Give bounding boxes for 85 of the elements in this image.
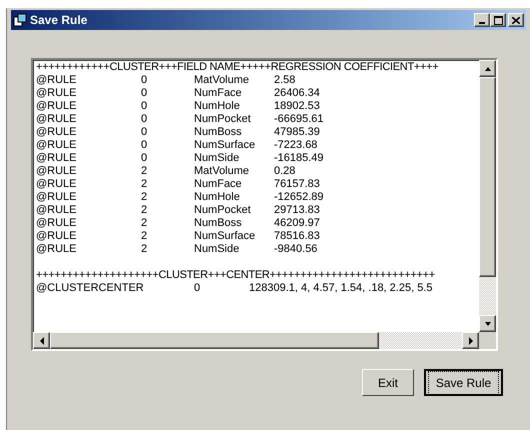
cluster-number: 0 bbox=[141, 100, 148, 113]
regression-coefficient: 78516.83 bbox=[274, 230, 320, 243]
scroll-corner bbox=[479, 332, 496, 349]
minimize-icon bbox=[479, 22, 485, 24]
up-arrow-icon bbox=[484, 66, 492, 72]
minimize-button[interactable] bbox=[474, 13, 490, 27]
down-arrow-icon bbox=[484, 320, 492, 326]
scroll-thumb[interactable] bbox=[479, 77, 496, 277]
field-name: NumPocket bbox=[194, 113, 252, 126]
field-name: NumBoss bbox=[194, 217, 243, 230]
scroll-down-button[interactable] bbox=[479, 315, 496, 332]
field-name: NumBoss bbox=[194, 126, 243, 139]
field-name: NumFace bbox=[194, 87, 243, 100]
rule-label: @RULE bbox=[36, 204, 78, 217]
regression-coefficient: -12652.89 bbox=[274, 191, 324, 204]
center-header-line: ++++++++++++++++++++CLUSTER+++CENTER+++++++++++++++++++++++++++ bbox=[36, 269, 435, 282]
horizontal-scrollbar[interactable] bbox=[33, 332, 479, 349]
rule-label: @RULE bbox=[36, 74, 78, 87]
cluster-number: 2 bbox=[141, 230, 148, 243]
rule-text-area[interactable] bbox=[31, 58, 498, 351]
rule-label: @RULE bbox=[36, 178, 78, 191]
field-name: NumPocket bbox=[194, 204, 252, 217]
rule-label: @RULE bbox=[36, 126, 78, 139]
close-icon bbox=[512, 16, 520, 24]
regression-coefficient: -66695.61 bbox=[274, 113, 324, 126]
cluster-number: 2 bbox=[141, 204, 148, 217]
regression-coefficient: 0.28 bbox=[274, 165, 296, 178]
regression-coefficient: 18902.53 bbox=[274, 100, 320, 113]
field-name: NumFace bbox=[194, 178, 243, 191]
regression-coefficient: 76157.83 bbox=[274, 178, 320, 191]
cluster-number: 0 bbox=[194, 282, 202, 295]
cluster-number: 2 bbox=[141, 178, 148, 191]
cluster-number: 2 bbox=[141, 217, 148, 230]
field-name: NumSurface bbox=[194, 230, 256, 243]
window-title: Save Rule bbox=[30, 12, 88, 29]
rule-label: @RULE bbox=[36, 165, 78, 178]
left-arrow-icon bbox=[38, 336, 44, 344]
cluster-number: 2 bbox=[141, 191, 148, 204]
cluster-number: 0 bbox=[141, 126, 148, 139]
scroll-left-button[interactable] bbox=[33, 332, 50, 349]
rule-label: @RULE bbox=[36, 243, 78, 256]
field-name: NumHole bbox=[194, 191, 241, 204]
rule-label: @RULE bbox=[36, 152, 78, 165]
cluster-center-label: @CLUSTERCENTER bbox=[36, 282, 145, 295]
field-name: MatVolume bbox=[194, 74, 250, 87]
regression-coefficient: 2.58 bbox=[274, 74, 296, 87]
regression-coefficient: 29713.83 bbox=[274, 204, 320, 217]
maximize-icon bbox=[494, 16, 502, 24]
scroll-up-button[interactable] bbox=[479, 60, 496, 77]
regression-coefficient: 47985.39 bbox=[274, 126, 320, 139]
rule-label: @RULE bbox=[36, 113, 78, 126]
rule-label: @RULE bbox=[36, 191, 78, 204]
regression-coefficient: -16185.49 bbox=[274, 152, 324, 165]
rule-header-line: ++++++++++++CLUSTER+++FIELD NAME+++++REGRESSION COEFFICIENT++++ bbox=[36, 61, 438, 74]
rule-label: @RULE bbox=[36, 230, 78, 243]
dialog-button[interactable]: Save Rule bbox=[424, 369, 503, 396]
rule-label: @RULE bbox=[36, 87, 78, 100]
field-name: NumSide bbox=[194, 243, 240, 256]
regression-coefficient: -9840.56 bbox=[274, 243, 318, 256]
rule-label: @RULE bbox=[36, 100, 78, 113]
rule-label: @RULE bbox=[36, 139, 78, 152]
cluster-number: 0 bbox=[141, 139, 148, 152]
cluster-number: 0 bbox=[141, 152, 148, 165]
close-button[interactable] bbox=[508, 13, 524, 27]
field-name: NumSurface bbox=[194, 139, 256, 152]
cluster-number: 0 bbox=[141, 87, 148, 100]
cluster-number: 0 bbox=[141, 113, 148, 126]
dialog-button[interactable]: Exit bbox=[362, 369, 414, 396]
field-name: MatVolume bbox=[194, 165, 250, 178]
field-name: NumHole bbox=[194, 100, 241, 113]
scroll-thumb[interactable] bbox=[50, 332, 379, 349]
cluster-number: 2 bbox=[141, 165, 148, 178]
cluster-number: 0 bbox=[141, 74, 148, 87]
vertical-scrollbar[interactable] bbox=[479, 60, 496, 332]
right-arrow-icon bbox=[468, 336, 474, 344]
scroll-right-button[interactable] bbox=[462, 332, 479, 349]
regression-coefficient: -7223.68 bbox=[274, 139, 318, 152]
cluster-center-values: 128309.1, 4, 4.57, 1.54, .18, 2.25, 5.5 bbox=[249, 282, 432, 295]
regression-coefficient: 26406.34 bbox=[274, 87, 320, 100]
app-icon bbox=[13, 13, 27, 27]
maximize-button[interactable] bbox=[490, 13, 506, 27]
cluster-number: 2 bbox=[141, 243, 148, 256]
field-name: NumSide bbox=[194, 152, 240, 165]
rule-label: @RULE bbox=[36, 217, 78, 230]
regression-coefficient: 46209.97 bbox=[274, 217, 320, 230]
